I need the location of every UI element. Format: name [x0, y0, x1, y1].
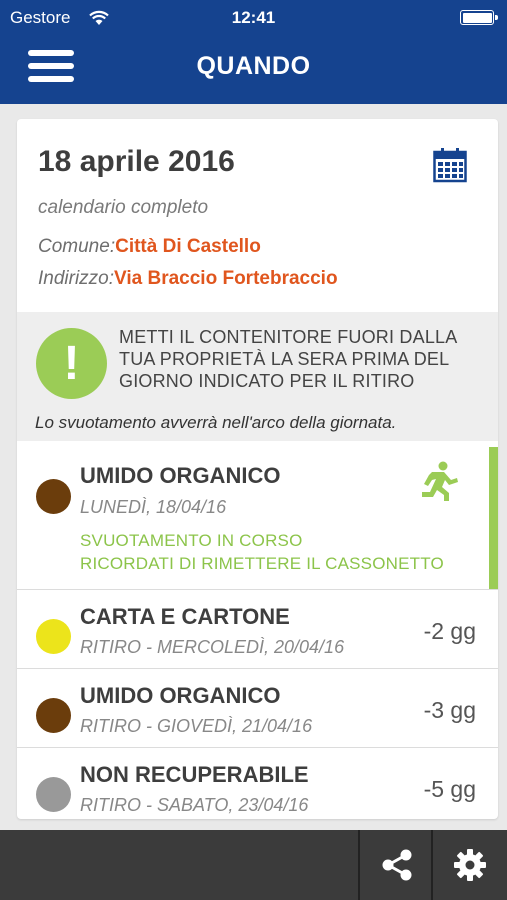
share-icon	[382, 849, 412, 881]
pickup-date: LUNEDÌ, 18/04/16	[80, 497, 227, 517]
clock: 12:41	[231, 8, 276, 27]
pickup-date: RITIRO - MERCOLEDÌ, 20/04/16	[80, 637, 345, 657]
share-button[interactable]	[360, 830, 432, 900]
notice-line: GIORNO INDICATO PER IL RITIRO	[119, 371, 415, 391]
calendar-icon[interactable]	[433, 147, 467, 183]
notice-text: METTI IL CONTENITORE FUORI DALLA TUA PRO…	[119, 326, 489, 392]
waste-color-dot	[36, 619, 71, 654]
status-bar: Gestore 12:41	[0, 0, 507, 36]
notice-line: TUA PROPRIETÀ LA SERA PRIMA DEL	[119, 349, 450, 369]
running-man-icon	[422, 461, 458, 501]
exclamation-icon: !	[36, 328, 107, 399]
notice-box: ! METTI IL CONTENITORE FUORI DALLA TUA P…	[17, 312, 498, 441]
schedule-card: 18 aprile 2016 calendario completo Comun…	[17, 119, 498, 819]
comune-row: Comune:Città Di Castello	[38, 236, 261, 258]
pickup-date: RITIRO - GIOVEDÌ, 21/04/16	[80, 716, 313, 736]
pickup-row[interactable]: CARTA E CARTONE RITIRO - MERCOLEDÌ, 20/0…	[17, 589, 498, 668]
current-pickup-row[interactable]: UMIDO ORGANICO LUNEDÌ, 18/04/16 SVUOTAME…	[17, 447, 498, 589]
pickup-row[interactable]: UMIDO ORGANICO RITIRO - GIOVEDÌ, 21/04/1…	[17, 668, 498, 747]
indirizzo-value: Via Braccio Fortebraccio	[114, 268, 338, 289]
status-emptying: SVUOTAMENTO IN CORSO	[80, 531, 303, 550]
waste-type: CARTA E CARTONE	[80, 604, 290, 629]
days-remaining: -3 gg	[423, 697, 476, 723]
settings-icon	[454, 849, 486, 881]
days-remaining: -2 gg	[423, 618, 476, 644]
current-indicator-bar	[489, 447, 498, 589]
waste-color-dot	[36, 777, 71, 812]
battery-icon	[460, 10, 498, 25]
comune-label: Comune:	[38, 236, 116, 257]
waste-type: UMIDO ORGANICO	[80, 683, 281, 708]
waste-color-dot	[36, 479, 71, 514]
bottom-toolbar	[0, 830, 507, 900]
waste-color-dot	[36, 698, 71, 733]
page-title: QUANDO	[196, 52, 311, 80]
status-reminder: RICORDATI DI RIMETTERE IL CASSONETTO	[80, 554, 444, 573]
days-remaining: -5 gg	[423, 776, 476, 802]
comune-value: Città Di Castello	[115, 236, 261, 257]
indirizzo-label: Indirizzo:	[38, 268, 115, 289]
waste-type: UMIDO ORGANICO	[80, 463, 281, 488]
pickup-date: RITIRO - SABATO, 23/04/16	[80, 795, 309, 815]
full-calendar-link[interactable]: calendario completo	[38, 197, 208, 219]
current-date: 18 aprile 2016	[38, 145, 235, 178]
top-bar: Gestore 12:41 QUANDO	[0, 0, 507, 104]
notice-subtext: Lo svuotamento avverrà nell'arco della g…	[35, 413, 397, 432]
waste-type: NON RECUPERABILE	[80, 762, 309, 787]
indirizzo-row: Indirizzo:Via Braccio Fortebraccio	[38, 268, 338, 290]
notice-line: METTI IL CONTENITORE FUORI DALLA	[119, 327, 458, 347]
pickup-row[interactable]: NON RECUPERABILE RITIRO - SABATO, 23/04/…	[17, 747, 498, 819]
settings-button[interactable]	[433, 830, 505, 900]
